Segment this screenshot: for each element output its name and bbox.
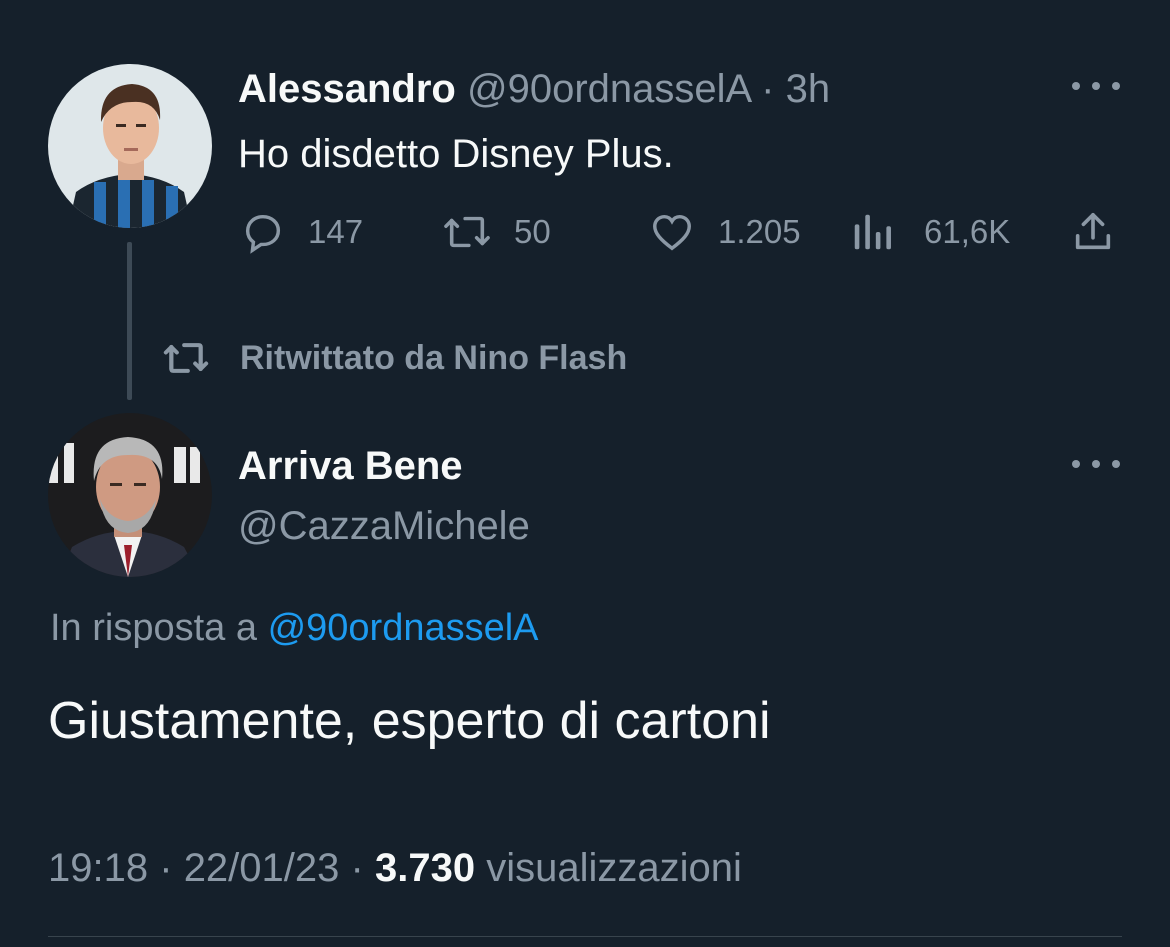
tweet1-time[interactable]: 3h — [786, 67, 831, 111]
retweet-button[interactable]: 50 — [442, 206, 551, 258]
views-count: 61,6K — [924, 213, 1011, 250]
thread-connector-line — [127, 242, 132, 400]
bottom-divider — [48, 936, 1122, 937]
tweet1-more-icon[interactable] — [1072, 76, 1120, 96]
retweeted-by-text: Ritwittato da Nino Flash — [240, 338, 628, 377]
like-icon — [653, 214, 691, 251]
tweet2-meta: 19:18 · 22/01/23 · 3.730 visualizzazioni — [48, 843, 742, 893]
tweet1-author-name[interactable]: Alessandro — [238, 67, 456, 111]
tweet1-text: Ho disdetto Disney Plus. — [238, 132, 674, 176]
tweet2-time[interactable]: 19:18 — [48, 846, 148, 890]
tweet1-separator: · — [761, 67, 775, 111]
reply-icon — [245, 214, 281, 254]
tweet2-date[interactable]: 22/01/23 — [184, 846, 340, 890]
reply-to-line: In risposta a @90ordnasselA — [50, 605, 539, 651]
tweet2-views-count: 3.730 — [374, 846, 476, 890]
tweet1-action-bar: 147 50 1.205 61,6K — [238, 206, 1120, 258]
share-button[interactable] — [1070, 206, 1116, 258]
views-button[interactable]: 61,6K — [850, 206, 1010, 258]
views-icon — [854, 214, 891, 250]
tweet1-handle[interactable]: @90ordnasselA — [467, 67, 750, 111]
meta-separator: · — [350, 846, 364, 890]
reply-count: 147 — [308, 213, 364, 250]
retweet-icon — [444, 216, 490, 248]
tweet2-handle[interactable]: @CazzaMichele — [238, 503, 530, 549]
reply-button[interactable]: 147 — [240, 206, 363, 258]
reply-to-handle-link[interactable]: @90ordnasselA — [268, 607, 539, 649]
tweet2-more-icon[interactable] — [1072, 454, 1120, 474]
tweet2-views-label: visualizzazioni — [486, 846, 742, 890]
meta-separator: · — [159, 846, 173, 890]
like-count: 1.205 — [718, 213, 801, 250]
tweet2-author-name[interactable]: Arriva Bene — [238, 443, 463, 489]
tweet1-header: Alessandro @90ordnasselA · 3h — [238, 66, 830, 112]
reply-to-prefix: In risposta a — [50, 607, 257, 649]
avatar-alessandro[interactable] — [48, 64, 212, 228]
avatar-arriva-bene[interactable] — [48, 413, 212, 577]
share-icon — [1075, 212, 1111, 250]
retweet-count: 50 — [514, 213, 551, 250]
like-button[interactable]: 1.205 — [648, 206, 801, 258]
tweet2-text: Giustamente, esperto di cartoni — [48, 692, 771, 750]
retweeted-by-banner[interactable]: Ritwittato da Nino Flash — [158, 336, 627, 380]
retweet-icon — [163, 343, 209, 373]
